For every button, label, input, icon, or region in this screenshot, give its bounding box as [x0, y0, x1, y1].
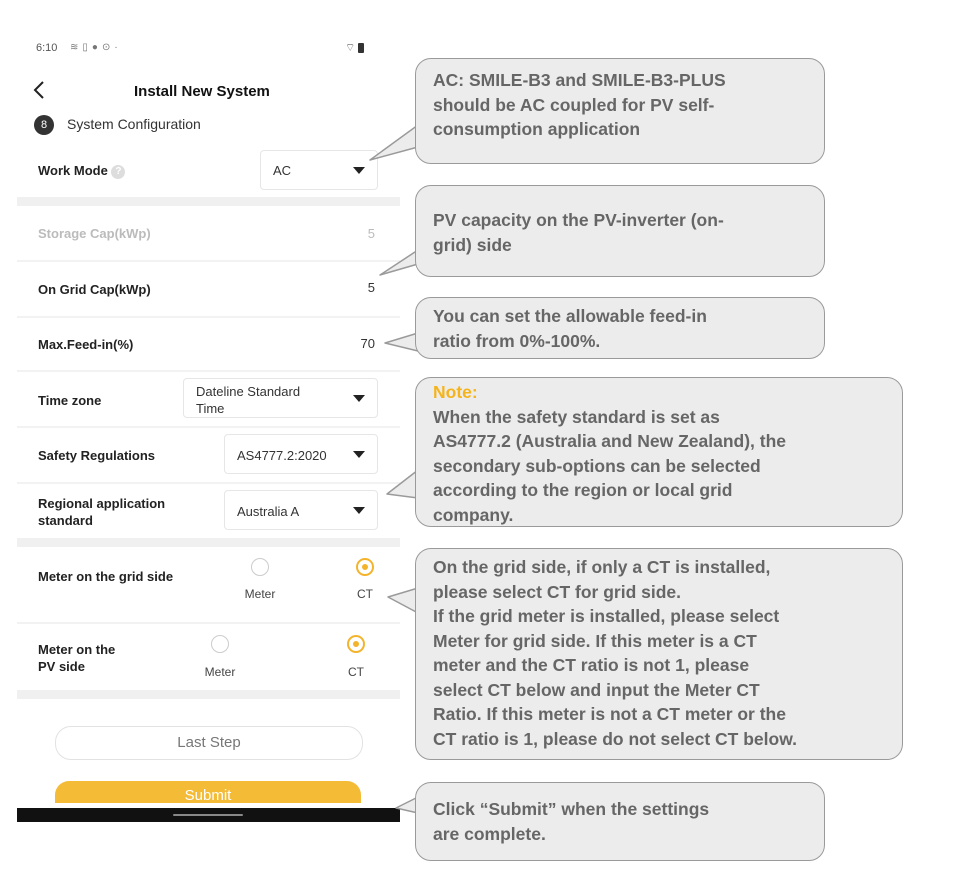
- callout-meter-line: Ratio. If this meter is not a CT meter o…: [433, 704, 786, 724]
- pointer-note: [386, 469, 419, 499]
- pointer-ac: [369, 124, 419, 161]
- note-title: Note:: [433, 382, 478, 402]
- callout-feed-in-line: ratio from 0%-100%.: [433, 330, 601, 351]
- callout-ac: AC: SMILE-B3 and SMILE-B3-PLUS should be…: [415, 58, 825, 164]
- callout-pv-line: PV capacity on the PV-inverter (on-: [433, 210, 724, 230]
- pointer-meter: [387, 587, 419, 614]
- callout-ac-line: AC: SMILE-B3 and SMILE-B3-PLUS: [433, 70, 726, 90]
- callout-note: Note: When the safety standard is set as…: [415, 377, 903, 527]
- callout-note-line: company.: [433, 504, 514, 525]
- callout-note-line: secondary sub-options can be selected: [433, 455, 761, 476]
- callout-pv-capacity: PV capacity on the PV-inverter (on- grid…: [415, 185, 825, 277]
- callout-ac-line: should be AC coupled for PV self-: [433, 94, 715, 115]
- callout-meter-line: On the grid side, if only a CT is instal…: [433, 557, 771, 577]
- callout-submit-line: are complete.: [433, 823, 546, 844]
- callout-submit-line: Click “Submit” when the settings: [433, 799, 710, 819]
- callout-meter-line: CT ratio is 1, please do not select CT b…: [433, 728, 798, 749]
- callout-note-line: according to the region or local grid: [433, 480, 733, 500]
- callout-feed-in: You can set the allowable feed-in ratio …: [415, 297, 825, 359]
- callout-submit: Click “Submit” when the settings are com…: [415, 782, 825, 861]
- callout-meter-line: select CT below and input the Meter CT: [433, 679, 760, 700]
- callout-note-line: When the safety standard is set as: [433, 406, 720, 427]
- callout-feed-in-line: You can set the allowable feed-in: [433, 306, 707, 326]
- callout-meter-line: Meter for grid side. If this meter is a …: [433, 630, 757, 651]
- pointer-pv-capacity: [379, 249, 419, 276]
- callout-meter-line: please select CT for grid side.: [433, 581, 681, 602]
- callout-note-line: AS4777.2 (Australia and New Zealand), th…: [433, 431, 787, 451]
- callout-meter: On the grid side, if only a CT is instal…: [415, 548, 903, 760]
- callout-ac-line: consumption application: [433, 119, 641, 139]
- callout-meter-line: If the grid meter is installed, please s…: [433, 606, 780, 626]
- pointer-feed-in: [384, 332, 419, 352]
- callout-pv-line: grid) side: [433, 234, 512, 255]
- callout-meter-line: meter and the CT ratio is not 1, please: [433, 655, 750, 675]
